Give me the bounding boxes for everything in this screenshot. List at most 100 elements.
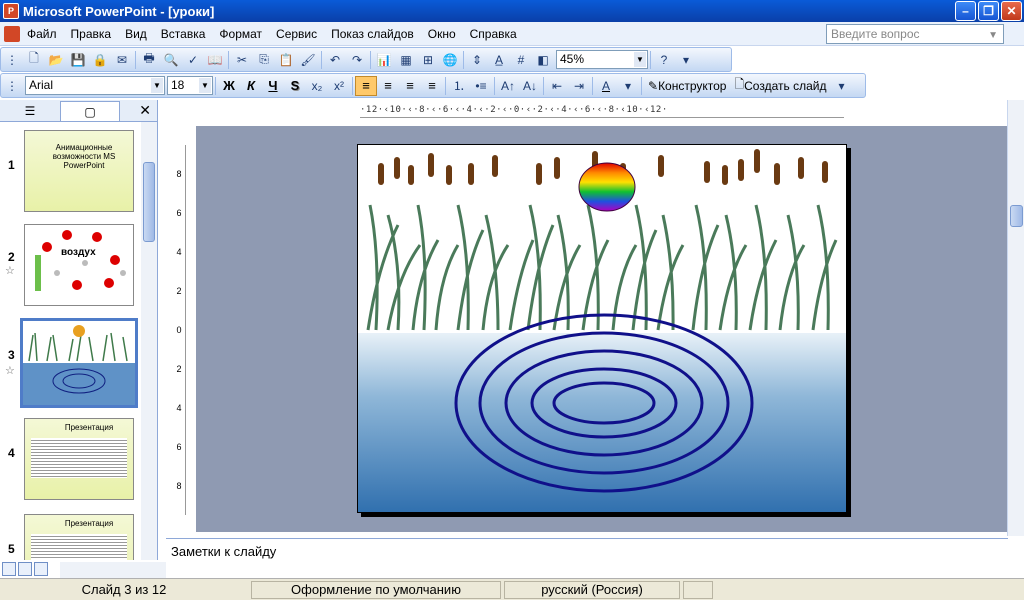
open-folder-icon[interactable]: 📂 xyxy=(45,50,67,70)
toolbar-grip-icon[interactable]: ⋮ xyxy=(1,76,23,96)
thumb-title: воздух xyxy=(61,247,96,258)
normal-view-icon[interactable] xyxy=(2,562,16,576)
current-slide[interactable] xyxy=(357,144,847,513)
title-bar: P Microsoft PowerPoint - [уроки] – ❐ ✕ xyxy=(0,0,1024,22)
font-size-select[interactable]: 18 ▼ xyxy=(167,76,213,95)
save-icon[interactable]: 💾 xyxy=(67,50,89,70)
slides-tab[interactable]: ▢ xyxy=(60,101,120,121)
chevron-down-icon[interactable]: ▼ xyxy=(151,78,163,93)
show-formatting-icon[interactable]: A̲ xyxy=(488,50,510,70)
align-right-icon[interactable]: ≡ xyxy=(421,76,443,96)
italic-button[interactable]: К xyxy=(240,76,262,96)
menu-insert[interactable]: Вставка xyxy=(154,27,213,41)
close-button[interactable]: ✕ xyxy=(1001,1,1022,21)
tables-borders-icon[interactable]: ⊞ xyxy=(417,50,439,70)
hyperlink-icon[interactable]: 🌐 xyxy=(439,50,461,70)
toolbar-options-icon[interactable]: ▾ xyxy=(830,76,852,96)
scroll-thumb[interactable] xyxy=(143,162,155,242)
bold-button[interactable]: Ж xyxy=(218,76,240,96)
align-left-icon[interactable]: ≡ xyxy=(355,75,377,96)
slide-sorter-view-icon[interactable] xyxy=(18,562,32,576)
designer-label: Конструктор xyxy=(658,78,727,93)
email-icon[interactable]: ✉ xyxy=(111,50,133,70)
strikethrough-icon[interactable]: x₂ xyxy=(306,76,328,96)
redo-icon[interactable]: ↷ xyxy=(346,50,368,70)
insert-chart-icon[interactable]: 📊 xyxy=(373,50,395,70)
notes-pane[interactable]: Заметки к слайду xyxy=(166,538,1008,576)
slide-thumbnail-2[interactable]: воздух xyxy=(24,224,134,306)
research-icon[interactable]: 📖 xyxy=(204,50,226,70)
toolbar-options-icon[interactable]: ▾ xyxy=(675,50,697,70)
status-slide-count: Слайд 3 из 12 xyxy=(81,582,167,597)
menu-slideshow[interactable]: Показ слайдов xyxy=(324,27,421,41)
chevron-down-icon[interactable]: ▼ xyxy=(199,78,211,93)
paste-icon[interactable]: 📋 xyxy=(275,50,297,70)
slide-thumbnail-4[interactable]: Презентация xyxy=(24,418,134,500)
decrease-font-icon[interactable]: A↓ xyxy=(519,76,541,96)
new-slide-button[interactable]: 🗋 Создать слайд xyxy=(730,75,830,96)
increase-indent-icon[interactable]: ⇥ xyxy=(568,76,590,96)
color-grayscale-icon[interactable]: ◧ xyxy=(532,50,554,70)
powerpoint-app-icon[interactable]: P xyxy=(3,3,19,19)
minimize-button[interactable]: – xyxy=(955,1,976,21)
show-grid-icon[interactable]: # xyxy=(510,50,532,70)
vruler-tick: 0 xyxy=(176,325,182,335)
zoom-select[interactable]: 45% ▼ xyxy=(556,50,648,69)
cut-icon[interactable]: ✂ xyxy=(231,50,253,70)
menu-file[interactable]: Файл xyxy=(20,27,64,41)
slide-thumbnail-1[interactable]: Анимационные возможности MS PowerPoint xyxy=(24,130,134,212)
undo-icon[interactable]: ↶ xyxy=(324,50,346,70)
slide-vertical-scrollbar[interactable] xyxy=(1007,100,1024,536)
chevron-down-icon[interactable]: ▼ xyxy=(634,52,646,67)
vruler-tick: 2 xyxy=(176,364,182,374)
slideshow-view-icon[interactable] xyxy=(34,562,48,576)
menu-view[interactable]: Вид xyxy=(118,27,154,41)
thumb-title: Анимационные возможности MS PowerPoint xyxy=(52,143,116,170)
superscript-icon[interactable]: x² xyxy=(328,76,350,96)
document-menu-icon[interactable] xyxy=(4,25,20,42)
separator xyxy=(543,76,544,95)
toolbar-grip-icon[interactable]: ⋮ xyxy=(1,50,23,70)
permission-icon[interactable]: 🔒 xyxy=(89,50,111,70)
menu-help[interactable]: Справка xyxy=(463,27,524,41)
align-justify-icon[interactable]: ≡ xyxy=(399,76,421,96)
thumbnail-scrollbar[interactable] xyxy=(141,122,157,560)
outline-tab[interactable]: ☰ xyxy=(0,101,60,121)
slide-thumbnail-3[interactable] xyxy=(20,318,138,408)
help-icon[interactable]: ? xyxy=(653,50,675,70)
bullets-icon[interactable]: •≡ xyxy=(470,76,492,96)
menu-tools[interactable]: Сервис xyxy=(269,27,324,41)
scroll-thumb[interactable] xyxy=(1010,205,1023,227)
menu-window[interactable]: Окно xyxy=(421,27,463,41)
print-icon[interactable]: 🖶 xyxy=(138,50,160,70)
menu-edit[interactable]: Правка xyxy=(64,27,119,41)
close-icon[interactable]: ✕ xyxy=(139,102,151,119)
font-color-icon[interactable]: A xyxy=(595,76,617,96)
increase-font-icon[interactable]: A↑ xyxy=(497,76,519,96)
decrease-indent-icon[interactable]: ⇤ xyxy=(546,76,568,96)
expand-all-icon[interactable]: ⇕ xyxy=(466,50,488,70)
help-search-input[interactable]: Введите вопрос ▼ xyxy=(826,24,1004,44)
print-preview-icon[interactable]: 🔍 xyxy=(160,50,182,70)
menu-format[interactable]: Формат xyxy=(212,27,269,41)
insert-table-icon[interactable]: ▦ xyxy=(395,50,417,70)
spelling-icon[interactable]: ✓ xyxy=(182,50,204,70)
chevron-down-icon[interactable]: ▼ xyxy=(988,30,998,41)
restore-button[interactable]: ❐ xyxy=(978,1,999,21)
numbering-icon[interactable]: ⒈ xyxy=(448,76,470,96)
window-title: Microsoft PowerPoint - [уроки] xyxy=(23,3,215,19)
designer-button[interactable]: ✎ Конструктор xyxy=(644,79,730,93)
font-select[interactable]: Arial ▼ xyxy=(25,76,165,95)
horizontal-scrollbar[interactable] xyxy=(60,562,166,578)
menu-bar: Файл Правка Вид Вставка Формат Сервис По… xyxy=(0,22,1024,46)
rainbow-ball[interactable] xyxy=(578,162,636,212)
format-painter-icon[interactable]: 🖌 xyxy=(297,50,319,70)
slide-thumbnail-5[interactable]: Презентация xyxy=(24,514,134,560)
shadow-button[interactable]: S xyxy=(284,76,306,96)
chevron-down-icon[interactable]: ▾ xyxy=(617,76,639,96)
new-document-icon[interactable]: 🗋 xyxy=(23,50,45,70)
underline-button[interactable]: Ч xyxy=(262,76,284,96)
copy-icon[interactable]: ⎘ xyxy=(253,50,275,70)
align-center-icon[interactable]: ≡ xyxy=(377,76,399,96)
slide-number: 5 xyxy=(8,542,15,556)
